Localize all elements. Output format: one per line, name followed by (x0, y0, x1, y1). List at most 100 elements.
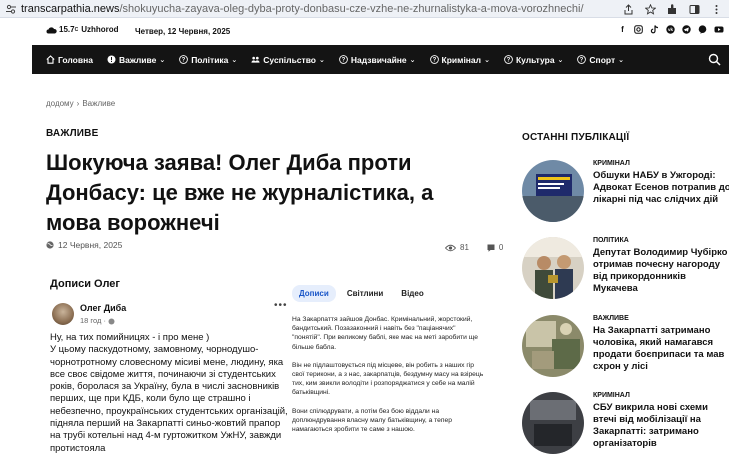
post-thumbnail[interactable] (522, 160, 584, 222)
telegram-icon[interactable] (682, 25, 691, 34)
article-title: Шокуюча заява! Олег Диба проти Донбасу: … (46, 150, 434, 235)
youtube-icon[interactable] (714, 25, 724, 34)
sidepanel-icon[interactable] (687, 2, 701, 16)
post-category[interactable]: ВАЖЛИВЕ (593, 315, 629, 322)
chevron-down-icon: ⌄ (409, 56, 416, 64)
nav-item-home[interactable]: Головна (46, 55, 93, 65)
embedded-facebook-post: Дописи Олег Олег Диба 18 год · ••• Ну, н… (46, 270, 288, 454)
post-title[interactable]: Депутат Володимир Чубірко отримав почесн… (593, 247, 729, 295)
url-host: transcarpathia.news (21, 2, 120, 15)
temperature: 15.7 (59, 25, 75, 34)
post-body: На Закарпаття зайшов Донбас. Кримінальни… (292, 315, 484, 443)
post-thumbnail[interactable] (522, 392, 584, 454)
question-icon: ? (179, 55, 189, 64)
site-info-icon[interactable] (4, 2, 18, 16)
svg-text:?: ? (342, 58, 346, 64)
post-category[interactable]: КРИМІНАЛ (593, 160, 630, 167)
tiktok-icon[interactable] (650, 25, 659, 34)
svg-text:vk: vk (668, 27, 674, 32)
current-date: Четвер, 12 Червня, 2025 (135, 27, 231, 36)
embedded-profile-posts: Дописи Світлини Відео На Закарпаття зайш… (290, 285, 486, 447)
alert-icon (107, 55, 116, 64)
chevron-down-icon: ⌄ (159, 56, 166, 64)
nav-item-emergency[interactable]: ? Надзвичайне ⌄ (339, 55, 416, 65)
article-stats: 81 0 (445, 243, 503, 252)
post-thumbnail[interactable] (522, 315, 584, 377)
post-category[interactable]: КРИМІНАЛ (593, 392, 630, 399)
question-icon: ? (339, 55, 348, 64)
tab-photos: Світлини (346, 289, 384, 298)
question-icon: ? (577, 55, 587, 64)
public-globe-icon (108, 318, 115, 325)
globe-icon (46, 241, 54, 249)
breadcrumb-home[interactable]: додому (46, 99, 74, 108)
svg-text:?: ? (580, 58, 584, 64)
nav-label: Спорт (589, 54, 616, 65)
paragraph: Вони спілюдрувати, а потім без бою відда… (292, 407, 452, 434)
post-text: Ну, на тих помийницях - і про мене ) У ц… (50, 332, 288, 454)
eye-icon (445, 244, 456, 252)
breadcrumb: додому › Важливе (46, 99, 115, 108)
instagram-icon[interactable] (634, 25, 643, 34)
post-title[interactable]: Обшуки НАБУ в Ужгороді: Адвокат Есенов п… (593, 170, 729, 206)
svg-text:?: ? (182, 58, 186, 64)
main-navigation: Головна Важливе ⌄ ? Політика ⌄ Суспільст… (32, 45, 729, 74)
weather-widget: 15.7 C Uzhhorod (46, 25, 119, 34)
breadcrumb-current[interactable]: Важливе (82, 99, 115, 108)
city: Uzhhorod (81, 25, 119, 34)
paragraph: На Закарпаття зайшов Донбас. Кримінальни… (292, 316, 478, 351)
nav-label: Надзвичайне (350, 54, 407, 65)
svg-text:?: ? (507, 58, 511, 64)
extensions-icon[interactable] (665, 2, 679, 16)
article-category[interactable]: ВАЖЛИВЕ (46, 128, 98, 139)
share-icon[interactable] (621, 2, 635, 16)
search-icon[interactable] (708, 53, 721, 66)
views-count: 81 (460, 243, 469, 252)
bookmark-star-icon[interactable] (643, 2, 657, 16)
more-options-icon: ••• (274, 300, 288, 311)
nav-label: Політика (191, 54, 229, 65)
chevron-down-icon: ⌄ (557, 56, 564, 64)
post-time: 18 год · (80, 316, 115, 325)
chevron-down-icon: ⌄ (618, 56, 625, 64)
nav-label: Важливе (118, 54, 157, 65)
browser-url-bar[interactable]: transcarpathia.news/shokuyucha-zayava-ol… (0, 0, 729, 18)
article-date: 12 Червня, 2025 (46, 240, 122, 250)
nav-item-culture[interactable]: ? Культура ⌄ (504, 55, 563, 65)
post-title[interactable]: СБУ викрила нові схеми втечі від мобіліз… (593, 402, 729, 450)
url-path: /shokuyucha-zayava-oleg-dyba-proty-donba… (119, 2, 584, 15)
temperature-unit: C (74, 26, 79, 33)
question-icon: ? (504, 55, 513, 64)
post-author: Олег Диба (80, 303, 127, 313)
profile-tabs: Дописи Світлини Відео (292, 285, 431, 302)
comment-icon[interactable] (487, 244, 495, 252)
url-text[interactable]: transcarpathia.news/shokuyucha-zayava-ol… (21, 3, 584, 15)
social-links: f vk (618, 25, 724, 34)
latest-publications-sidebar: ОСТАННІ ПУБЛІКАЦІЇ КРИМІНАЛ Обшуки НАБУ … (522, 132, 729, 454)
facebook-icon[interactable]: f (618, 25, 627, 34)
menu-kebab-icon[interactable] (709, 2, 723, 16)
question-icon: ? (429, 55, 439, 64)
comments-count: 0 (498, 243, 504, 252)
viber-icon[interactable] (698, 25, 707, 34)
vk-icon[interactable]: vk (666, 25, 675, 34)
chevron-down-icon: ⌄ (484, 56, 490, 64)
browser-toolbar (621, 2, 723, 16)
nav-item-sport[interactable]: ? Спорт ⌄ (577, 55, 624, 65)
avatar (52, 303, 74, 325)
post-title[interactable]: На Закарпатті затримано чоловіка, який н… (593, 325, 729, 373)
top-info-bar: 15.7 C Uzhhorod Четвер, 12 Червня, 2025 f… (0, 18, 729, 45)
nav-item-important[interactable]: Важливе ⌄ (107, 55, 165, 65)
breadcrumb-separator: › (76, 99, 80, 108)
sidebar-title: ОСТАННІ ПУБЛІКАЦІЇ (522, 132, 630, 143)
post-thumbnail[interactable] (522, 237, 584, 299)
nav-item-crime[interactable]: ? Кримінал ⌄ (429, 54, 490, 65)
paragraph: Він не підлаштовується під місцеве, він … (292, 361, 484, 397)
nav-item-society[interactable]: Суспільство ⌄ (251, 55, 325, 65)
post-category[interactable]: ПОЛІТИКА (593, 237, 629, 244)
nav-label: Кримінал (441, 54, 482, 65)
home-icon (46, 55, 55, 64)
nav-item-politics[interactable]: ? Політика ⌄ (179, 55, 237, 65)
nav-label: Головна (58, 54, 93, 65)
nav-label: Культура (515, 54, 555, 65)
